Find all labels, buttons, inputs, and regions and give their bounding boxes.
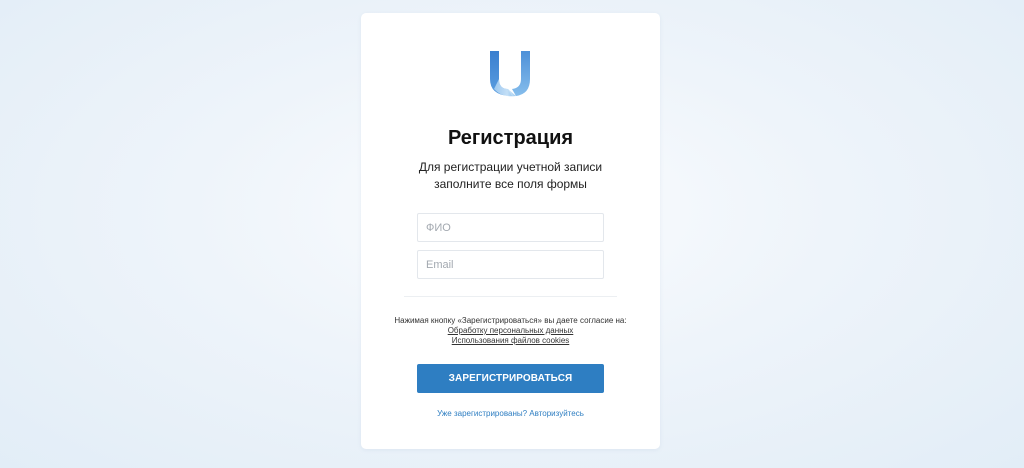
consent-text: Нажимая кнопку «Зарегистрироваться» вы д… (394, 316, 627, 325)
login-link[interactable]: Уже зарегистрированы? Авторизуйтесь (361, 409, 660, 418)
email-input[interactable] (417, 250, 604, 279)
page-title: Регистрация (447, 127, 574, 149)
fio-input[interactable] (417, 213, 604, 242)
subtitle-line-1: Для регистрации учетной записи (418, 160, 603, 174)
form-divider (404, 296, 617, 297)
subtitle-line-2: заполните все поля формы (434, 177, 587, 191)
personal-data-link[interactable]: Обработку персональных данных (361, 326, 660, 336)
consent-block: Нажимая кнопку «Зарегистрироваться» вы д… (361, 316, 660, 346)
page-subtitle: Для регистрации учетной записи заполните… (381, 159, 640, 193)
registration-card: Регистрация Для регистрации учетной запи… (361, 13, 660, 449)
register-button[interactable]: ЗАРЕГИСТРИРОВАТЬСЯ (417, 364, 604, 393)
brand-u-logo-icon (488, 49, 532, 99)
cookies-link[interactable]: Использования файлов cookies (361, 336, 660, 346)
